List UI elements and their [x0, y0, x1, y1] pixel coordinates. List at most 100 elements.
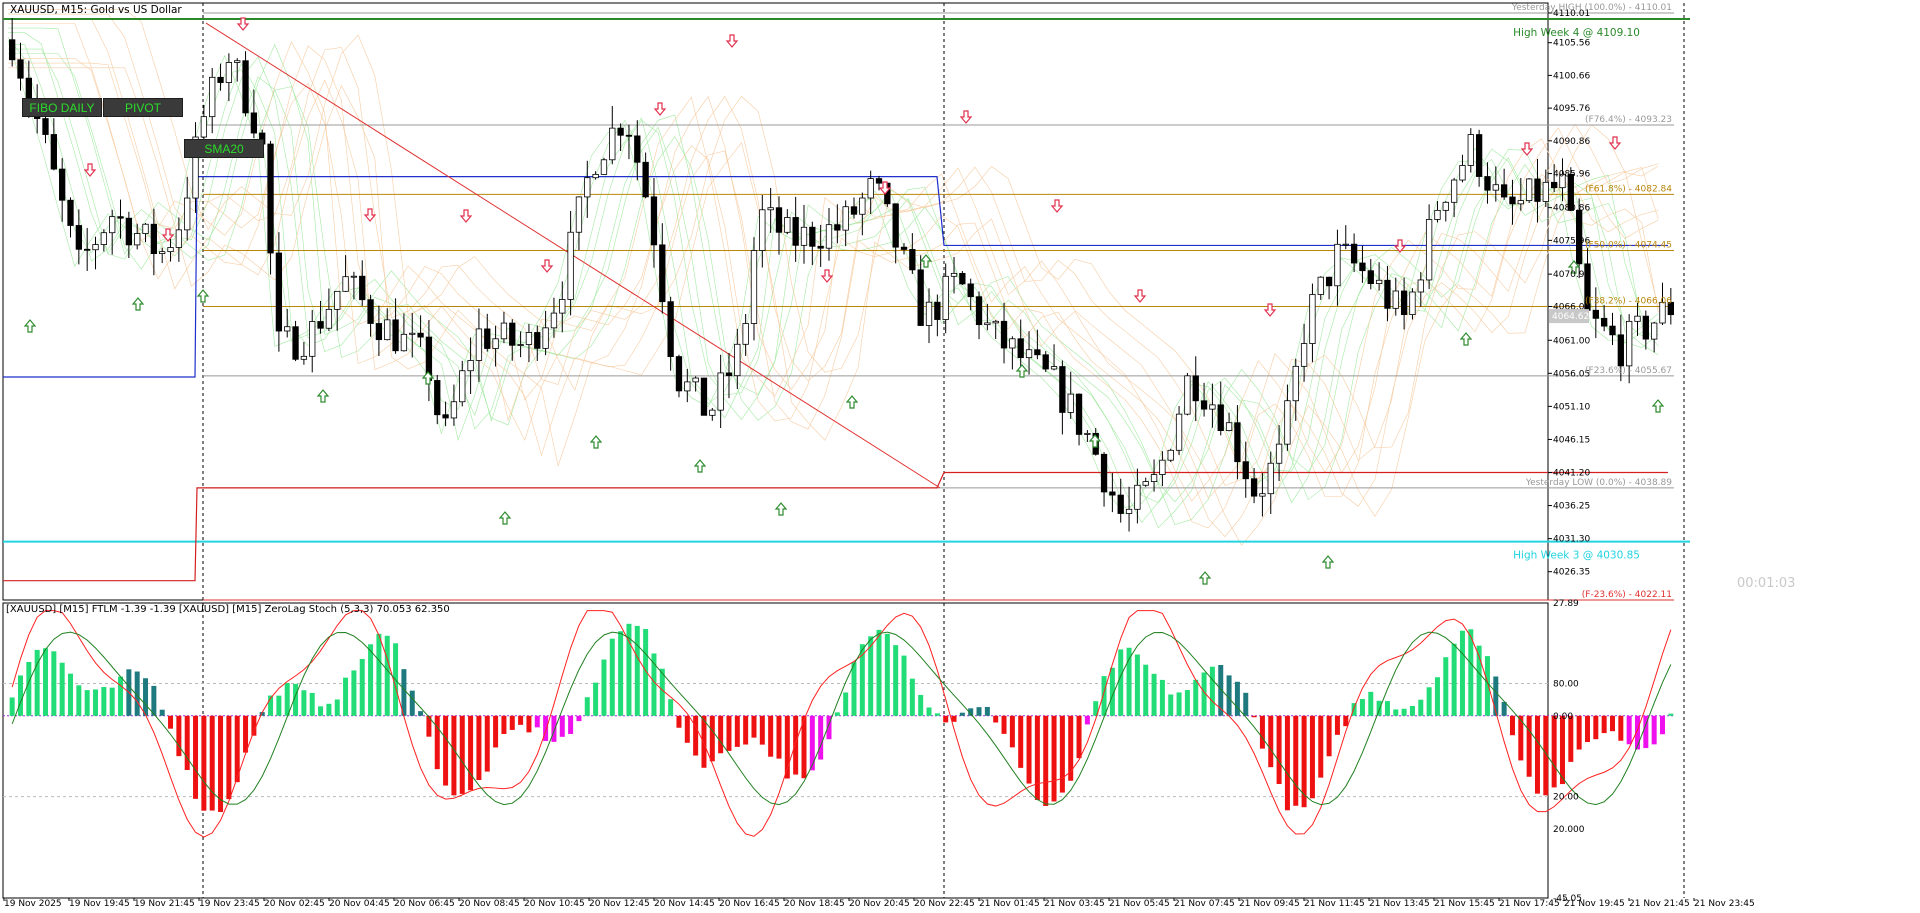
osc-histogram-bar [1434, 677, 1440, 716]
osc-histogram-bar [59, 662, 65, 716]
candle [1009, 338, 1016, 349]
osc-histogram-bar [1443, 657, 1449, 716]
osc-histogram-bar [351, 670, 357, 716]
chart-svg[interactable]: 4110.014105.564100.664095.764090.864085.… [0, 0, 1920, 909]
candle [492, 338, 499, 349]
candle [267, 143, 274, 254]
fibo-level-label: (F76.4%) - 4093.23 [1585, 115, 1672, 125]
sma20-button[interactable]: SMA20 [184, 139, 264, 158]
candle [1042, 354, 1049, 370]
candle [559, 299, 566, 314]
osc-histogram-bar [118, 676, 124, 716]
candle [59, 168, 66, 201]
time-tick-label: 21 Nov 21:45 [1629, 899, 1690, 909]
osc-histogram-bar [1668, 713, 1674, 716]
candle [1617, 334, 1624, 367]
price-tick-label: 4051.10 [1553, 402, 1590, 412]
osc-histogram-bar [1484, 656, 1490, 716]
osc-tick-label: 0.00 [1553, 712, 1573, 722]
osc-histogram-bar [1659, 715, 1665, 735]
osc-histogram-bar [1043, 715, 1049, 806]
osc-histogram-bar [1509, 715, 1515, 736]
osc-histogram-bar [243, 715, 249, 753]
osc-histogram-bar [726, 715, 732, 751]
time-tick-label: 20 Nov 22:45 [914, 899, 975, 909]
candle [375, 323, 383, 341]
osc-histogram-bar [168, 715, 174, 729]
candle [1359, 262, 1366, 272]
candle [50, 134, 57, 170]
osc-histogram-bar [751, 715, 757, 738]
candle [1267, 462, 1274, 495]
candle [25, 77, 32, 101]
candle [1409, 291, 1416, 316]
osc-histogram-bar [368, 644, 374, 716]
osc-histogram-bar [1001, 715, 1007, 734]
osc-histogram-bar [1184, 690, 1190, 716]
fibo-level-label: (F61.8%) - 4082.84 [1585, 184, 1672, 194]
osc-histogram-bar [684, 715, 690, 743]
osc-histogram-bar [1018, 715, 1024, 768]
candle [792, 217, 799, 246]
osc-histogram-bar [84, 690, 90, 716]
candle [200, 116, 208, 138]
candle [450, 401, 458, 419]
candle [1292, 365, 1299, 402]
candle [75, 225, 82, 250]
chart-area[interactable]: 4110.01 4105.56 4100.66 4095.76 4090.86 4085.… [0, 0, 1920, 909]
time-tick-label: 21 Nov 15:45 [1434, 899, 1495, 909]
osc-histogram-bar [993, 715, 999, 723]
fibo-daily-button[interactable]: FIBO DAILY [22, 98, 102, 117]
time-tick-label: 21 Nov 01:45 [979, 899, 1040, 909]
candle [975, 296, 983, 326]
osc-histogram-bar [776, 715, 782, 759]
candle [609, 127, 616, 161]
osc-histogram-bar [568, 715, 574, 734]
time-tick-label: 20 Nov 18:45 [784, 899, 845, 909]
pivot-button[interactable]: PIVOT [103, 98, 183, 117]
osc-histogram-bar [893, 645, 899, 716]
osc-histogram-bar [1359, 698, 1365, 716]
candle [1000, 320, 1008, 349]
candle [759, 209, 766, 251]
time-tick-label: 20 Nov 12:45 [589, 899, 650, 909]
osc-histogram-bar [926, 707, 932, 716]
osc-histogram-bar [526, 715, 532, 733]
candle [67, 199, 74, 226]
candle [1084, 432, 1091, 435]
time-tick-label: 20 Nov 16:45 [719, 899, 780, 909]
candle [117, 216, 124, 219]
osc-histogram-bar [718, 715, 724, 754]
osc-histogram-bar [143, 678, 149, 716]
candle [834, 224, 841, 231]
time-tick-label: 21 Nov 11:45 [1304, 899, 1365, 909]
osc-histogram-bar [876, 629, 882, 716]
osc-histogram-bar [951, 715, 957, 722]
candle [859, 197, 866, 215]
candle [467, 360, 474, 372]
osc-histogram-bar [601, 659, 607, 716]
osc-histogram-bar [376, 633, 382, 716]
candle [392, 319, 399, 352]
fibo-level-label: (F-23.6%) - 4022.11 [1582, 590, 1672, 600]
time-tick-label: 20 Nov 04:45 [329, 899, 390, 909]
price-tick-label: 4080.86 [1553, 204, 1590, 214]
price-tick-label: 4036.25 [1553, 502, 1590, 512]
osc-tick-label: -45.05 [1553, 894, 1582, 904]
candle [525, 332, 533, 345]
price-tick-label: 4105.56 [1553, 39, 1590, 49]
candle [1484, 176, 1491, 191]
osc-histogram-bar [9, 697, 15, 716]
osc-histogram-bar [1209, 666, 1215, 716]
osc-histogram-bar [701, 715, 707, 768]
candle [642, 161, 649, 198]
candle [1417, 279, 1424, 293]
osc-histogram-bar [851, 662, 857, 716]
candle [534, 332, 541, 349]
candle [709, 409, 716, 416]
candle [359, 275, 366, 301]
osc-histogram-bar [1026, 715, 1032, 784]
candle [1609, 325, 1616, 336]
price-tick-label: 4100.66 [1553, 71, 1590, 81]
price-tick-label: 4090.86 [1553, 137, 1590, 147]
